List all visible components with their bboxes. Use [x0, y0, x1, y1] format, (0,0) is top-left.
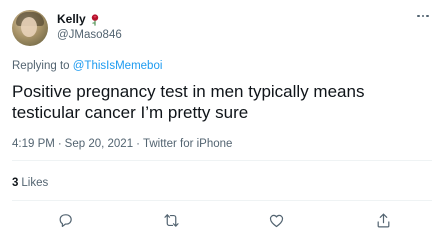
tweet-text: Positive pregnancy test in men typically… [12, 82, 365, 122]
reply-icon [59, 213, 72, 227]
mention-link[interactable]: @ThisIsMemeboi [73, 60, 163, 72]
avatar[interactable] [12, 10, 48, 46]
display-name[interactable]: Kelly [57, 12, 86, 26]
likes-count: 3 [12, 177, 19, 189]
tweet: Kelly @JMaso846 Replying to @ThisIsMemeb… [0, 0, 444, 248]
rose-icon [90, 13, 100, 26]
more-options-button[interactable] [412, 8, 434, 24]
more-dot [417, 14, 420, 18]
tweet-date[interactable]: Sep 20, 2021 [65, 138, 133, 150]
meta-separator: · [57, 138, 62, 150]
share-button[interactable] [371, 208, 395, 232]
divider [12, 200, 432, 201]
avatar-face [21, 17, 37, 37]
more-dot [426, 14, 429, 18]
more-dot [421, 14, 425, 18]
retweet-button[interactable] [159, 208, 183, 232]
replying-to: Replying to @ThisIsMemeboi [12, 60, 162, 72]
divider [12, 160, 432, 161]
like-icon [269, 214, 283, 227]
share-icon [377, 213, 389, 227]
author-name-row: Kelly [57, 12, 100, 26]
tweet-source[interactable]: Twitter for iPhone [143, 138, 232, 150]
tweet-meta: 4:19 PM · Sep 20, 2021 · Twitter for iPh… [12, 138, 232, 150]
like-button[interactable] [264, 208, 288, 232]
user-handle[interactable]: @JMaso846 [57, 29, 122, 41]
replying-to-label: Replying to [12, 60, 70, 72]
action-bar [0, 208, 444, 232]
likes-stat[interactable]: 3 Likes [12, 177, 48, 189]
retweet-icon [163, 213, 179, 227]
likes-label: Likes [21, 177, 49, 189]
reply-button[interactable] [53, 208, 77, 232]
tweet-time[interactable]: 4:19 PM [12, 138, 55, 150]
meta-separator: · [136, 138, 140, 150]
